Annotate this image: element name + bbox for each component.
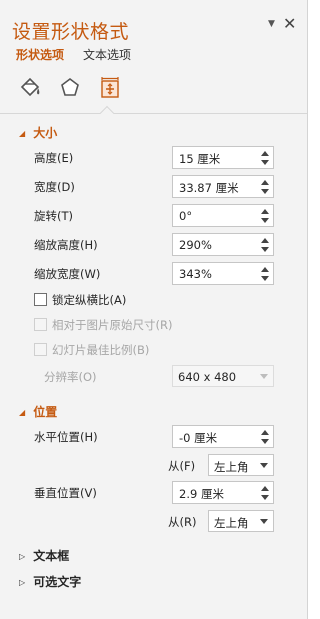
horizontal-position-spinner[interactable]: -0 厘米 (172, 425, 274, 448)
scale-width-value[interactable]: 343% (179, 267, 212, 281)
horizontal-from-value[interactable]: 左上角 (214, 459, 249, 475)
vertical-position-spinner[interactable]: 2.9 厘米 (172, 481, 274, 504)
resolution-select: 640 x 480 (172, 365, 274, 387)
size-properties-icon[interactable] (96, 74, 124, 102)
horizontal-from-label: 从(F) (168, 459, 196, 473)
horizontal-position-value[interactable]: -0 厘米 (179, 430, 217, 446)
scale-height-spinner[interactable]: 290% (172, 233, 274, 256)
section-alt-text-title: 可选文字 (33, 575, 82, 589)
rotation-spinner[interactable]: 0° (172, 204, 274, 227)
expanded-arrow-icon: ◢ (19, 408, 26, 417)
tab-shape-options[interactable]: 形状选项 (16, 46, 64, 63)
scale-width-label: 缩放宽度(W) (34, 267, 101, 281)
section-textbox-title: 文本框 (33, 549, 70, 563)
section-alt-text-header[interactable]: ▷ 可选文字 (19, 573, 81, 590)
relative-original-label: 相对于图片原始尺寸(R) (52, 318, 173, 332)
spin-up-icon[interactable] (261, 267, 269, 272)
tab-text-options[interactable]: 文本选项 (83, 46, 131, 63)
best-scale-checkbox (34, 343, 47, 356)
pane-right-border (307, 0, 311, 619)
spinner-arrows (260, 265, 270, 282)
section-size-header[interactable]: ◢ 大小 (19, 124, 57, 141)
width-spinner[interactable]: 33.87 厘米 (172, 175, 274, 198)
selected-tab-indicator (99, 105, 115, 121)
spin-up-icon[interactable] (261, 209, 269, 214)
vertical-from-value[interactable]: 左上角 (214, 515, 249, 531)
pane-options-dropdown-icon[interactable]: ▼ (268, 19, 275, 29)
spin-up-icon[interactable] (261, 486, 269, 491)
scale-height-label: 缩放高度(H) (34, 238, 98, 252)
height-spinner[interactable]: 15 厘米 (172, 146, 274, 169)
spin-up-icon[interactable] (261, 430, 269, 435)
spin-up-icon[interactable] (261, 238, 269, 243)
collapsed-arrow-icon: ▷ (19, 552, 26, 561)
effects-icon[interactable] (56, 74, 84, 102)
expanded-arrow-icon: ◢ (19, 129, 26, 138)
scale-height-value[interactable]: 290% (179, 238, 212, 252)
spinner-arrows (260, 149, 270, 166)
width-value[interactable]: 33.87 厘米 (179, 180, 239, 196)
spin-down-icon[interactable] (261, 218, 269, 223)
pane-title: 设置形状格式 (12, 21, 130, 43)
spin-down-icon[interactable] (261, 495, 269, 500)
resolution-label: 分辨率(O) (44, 370, 97, 384)
chevron-down-icon (260, 374, 268, 379)
spin-down-icon[interactable] (261, 189, 269, 194)
fill-line-icon[interactable] (16, 74, 44, 102)
vertical-position-value[interactable]: 2.9 厘米 (179, 486, 224, 502)
horizontal-from-select[interactable]: 左上角 (208, 454, 274, 476)
vertical-from-label: 从(R) (168, 515, 197, 529)
collapsed-arrow-icon: ▷ (19, 578, 26, 587)
spin-up-icon[interactable] (261, 180, 269, 185)
spin-down-icon[interactable] (261, 247, 269, 252)
lock-aspect-checkbox[interactable] (34, 293, 47, 306)
format-shape-pane: 设置形状格式 ▼ ✕ 形状选项 文本选项 ◢ 大小 高度(E) 15 厘米 宽度… (0, 0, 307, 619)
vertical-from-select[interactable]: 左上角 (208, 510, 274, 532)
relative-original-checkbox (34, 318, 47, 331)
spin-up-icon[interactable] (261, 151, 269, 156)
chevron-down-icon[interactable] (260, 463, 268, 468)
section-size-title: 大小 (33, 126, 58, 140)
lock-aspect-label[interactable]: 锁定纵横比(A) (52, 292, 126, 308)
close-icon[interactable]: ✕ (283, 14, 296, 33)
rotation-label: 旋转(T) (34, 209, 73, 223)
spinner-arrows (260, 236, 270, 253)
horizontal-position-label: 水平位置(H) (34, 430, 98, 444)
spinner-arrows (260, 428, 270, 445)
spin-down-icon[interactable] (261, 276, 269, 281)
spin-down-icon[interactable] (261, 160, 269, 165)
section-position-header[interactable]: ◢ 位置 (19, 403, 57, 420)
scale-width-spinner[interactable]: 343% (172, 262, 274, 285)
spinner-arrows (260, 178, 270, 195)
section-textbox-header[interactable]: ▷ 文本框 (19, 547, 69, 564)
chevron-down-icon[interactable] (260, 519, 268, 524)
best-scale-label: 幻灯片最佳比例(B) (52, 343, 150, 357)
vertical-position-label: 垂直位置(V) (34, 486, 97, 500)
spinner-arrows (260, 484, 270, 501)
spin-down-icon[interactable] (261, 439, 269, 444)
section-position-title: 位置 (33, 405, 58, 419)
width-label: 宽度(D) (34, 180, 75, 194)
tab-divider (0, 113, 307, 114)
height-value[interactable]: 15 厘米 (179, 151, 220, 167)
rotation-value[interactable]: 0° (179, 209, 192, 223)
resolution-value: 640 x 480 (178, 370, 237, 384)
spinner-arrows (260, 207, 270, 224)
height-label: 高度(E) (34, 151, 74, 165)
